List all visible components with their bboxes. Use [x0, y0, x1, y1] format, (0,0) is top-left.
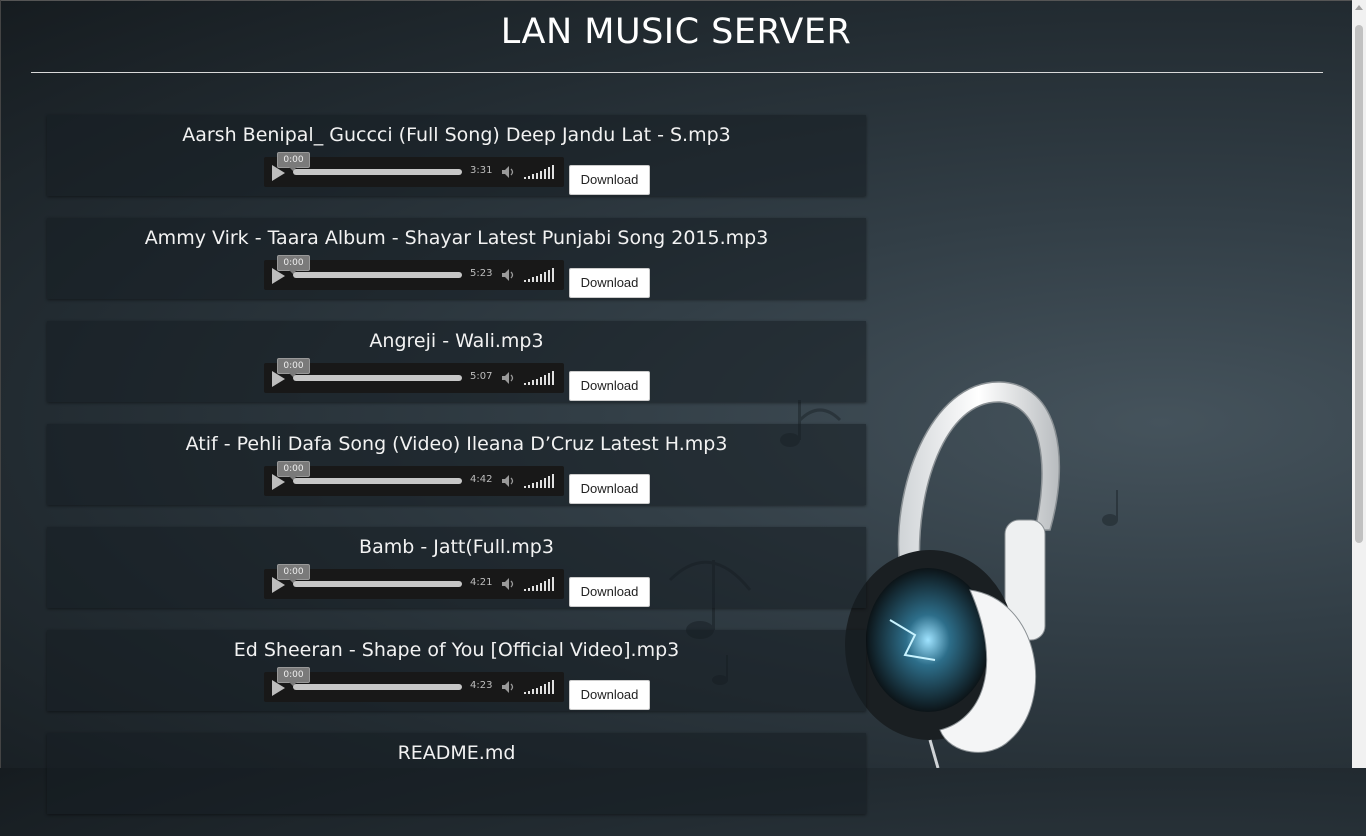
progress-track[interactable]: [293, 375, 462, 381]
song-card: Aarsh Benipal_ Guccci (Full Song) Deep J…: [47, 115, 866, 196]
scroll-up-arrow-icon[interactable]: [1355, 5, 1363, 10]
current-time-bubble: 0:00: [277, 255, 310, 274]
current-time-bubble: 0:00: [277, 564, 310, 583]
song-title: Aarsh Benipal_ Guccci (Full Song) Deep J…: [182, 124, 731, 146]
current-time-bubble: 0:00: [277, 461, 310, 480]
song-title: Atif - Pehli Dafa Song (Video) Ileana D’…: [185, 433, 728, 455]
duration-label: 5:23: [470, 268, 493, 279]
song-title: Ed Sheeran - Shape of You [Official Vide…: [233, 639, 680, 661]
page-header: LAN MUSIC SERVER: [0, 0, 1352, 75]
download-button[interactable]: Download: [569, 165, 650, 195]
volume-bars-icon[interactable]: [523, 268, 557, 282]
progress-track[interactable]: [293, 272, 462, 278]
download-button[interactable]: Download: [569, 474, 650, 504]
song-card: Ammy Virk - Taara Album - Shayar Latest …: [47, 218, 866, 299]
duration-label: 5:07: [470, 371, 493, 382]
window-frame-left: [0, 0, 1, 768]
song-title: Ammy Virk - Taara Album - Shayar Latest …: [144, 227, 769, 249]
song-title: README.md: [397, 742, 516, 764]
speaker-icon[interactable]: [500, 370, 516, 386]
speaker-icon[interactable]: [500, 164, 516, 180]
song-title: Bamb - Jatt(Full.mp3: [359, 536, 554, 558]
progress-track[interactable]: [293, 169, 462, 175]
page-title: LAN MUSIC SERVER: [500, 12, 852, 52]
speaker-icon[interactable]: [500, 679, 516, 695]
audio-player[interactable]: 0:00 3:31: [264, 152, 564, 187]
download-button[interactable]: Download: [569, 577, 650, 607]
volume-bars-icon[interactable]: [523, 680, 557, 694]
download-button[interactable]: Download: [569, 371, 650, 401]
progress-track[interactable]: [293, 581, 462, 587]
audio-player[interactable]: 0:00 5:07: [264, 358, 564, 393]
volume-bars-icon[interactable]: [523, 371, 557, 385]
duration-label: 4:23: [470, 680, 493, 691]
song-card: Angreji - Wali.mp3 0:00 5:07 Download: [47, 321, 866, 402]
song-list: Aarsh Benipal_ Guccci (Full Song) Deep J…: [47, 115, 866, 836]
download-button[interactable]: Download: [569, 680, 650, 710]
header-divider: [31, 72, 1323, 73]
song-card: Atif - Pehli Dafa Song (Video) Ileana D’…: [47, 424, 866, 505]
volume-bars-icon[interactable]: [523, 577, 557, 591]
duration-label: 3:31: [470, 165, 493, 176]
volume-bars-icon[interactable]: [523, 165, 557, 179]
song-card: Bamb - Jatt(Full.mp3 0:00 4:21 Download: [47, 527, 866, 608]
duration-label: 4:42: [470, 474, 493, 485]
progress-track[interactable]: [293, 478, 462, 484]
song-title: Angreji - Wali.mp3: [369, 330, 544, 352]
vertical-scrollbar[interactable]: [1352, 0, 1366, 768]
audio-player[interactable]: 0:00 4:23: [264, 667, 564, 702]
audio-player[interactable]: 0:00 4:42: [264, 461, 564, 496]
speaker-icon[interactable]: [500, 473, 516, 489]
progress-track[interactable]: [293, 684, 462, 690]
scrollbar-thumb[interactable]: [1355, 25, 1363, 543]
current-time-bubble: 0:00: [277, 152, 310, 171]
song-card: Ed Sheeran - Shape of You [Official Vide…: [47, 630, 866, 711]
duration-label: 4:21: [470, 577, 493, 588]
volume-bars-icon[interactable]: [523, 474, 557, 488]
audio-player[interactable]: 0:00 5:23: [264, 255, 564, 290]
song-card: README.md: [47, 733, 866, 814]
download-button[interactable]: Download: [569, 268, 650, 298]
audio-player[interactable]: 0:00 4:21: [264, 564, 564, 599]
current-time-bubble: 0:00: [277, 667, 310, 686]
speaker-icon[interactable]: [500, 576, 516, 592]
current-time-bubble: 0:00: [277, 358, 310, 377]
speaker-icon[interactable]: [500, 267, 516, 283]
